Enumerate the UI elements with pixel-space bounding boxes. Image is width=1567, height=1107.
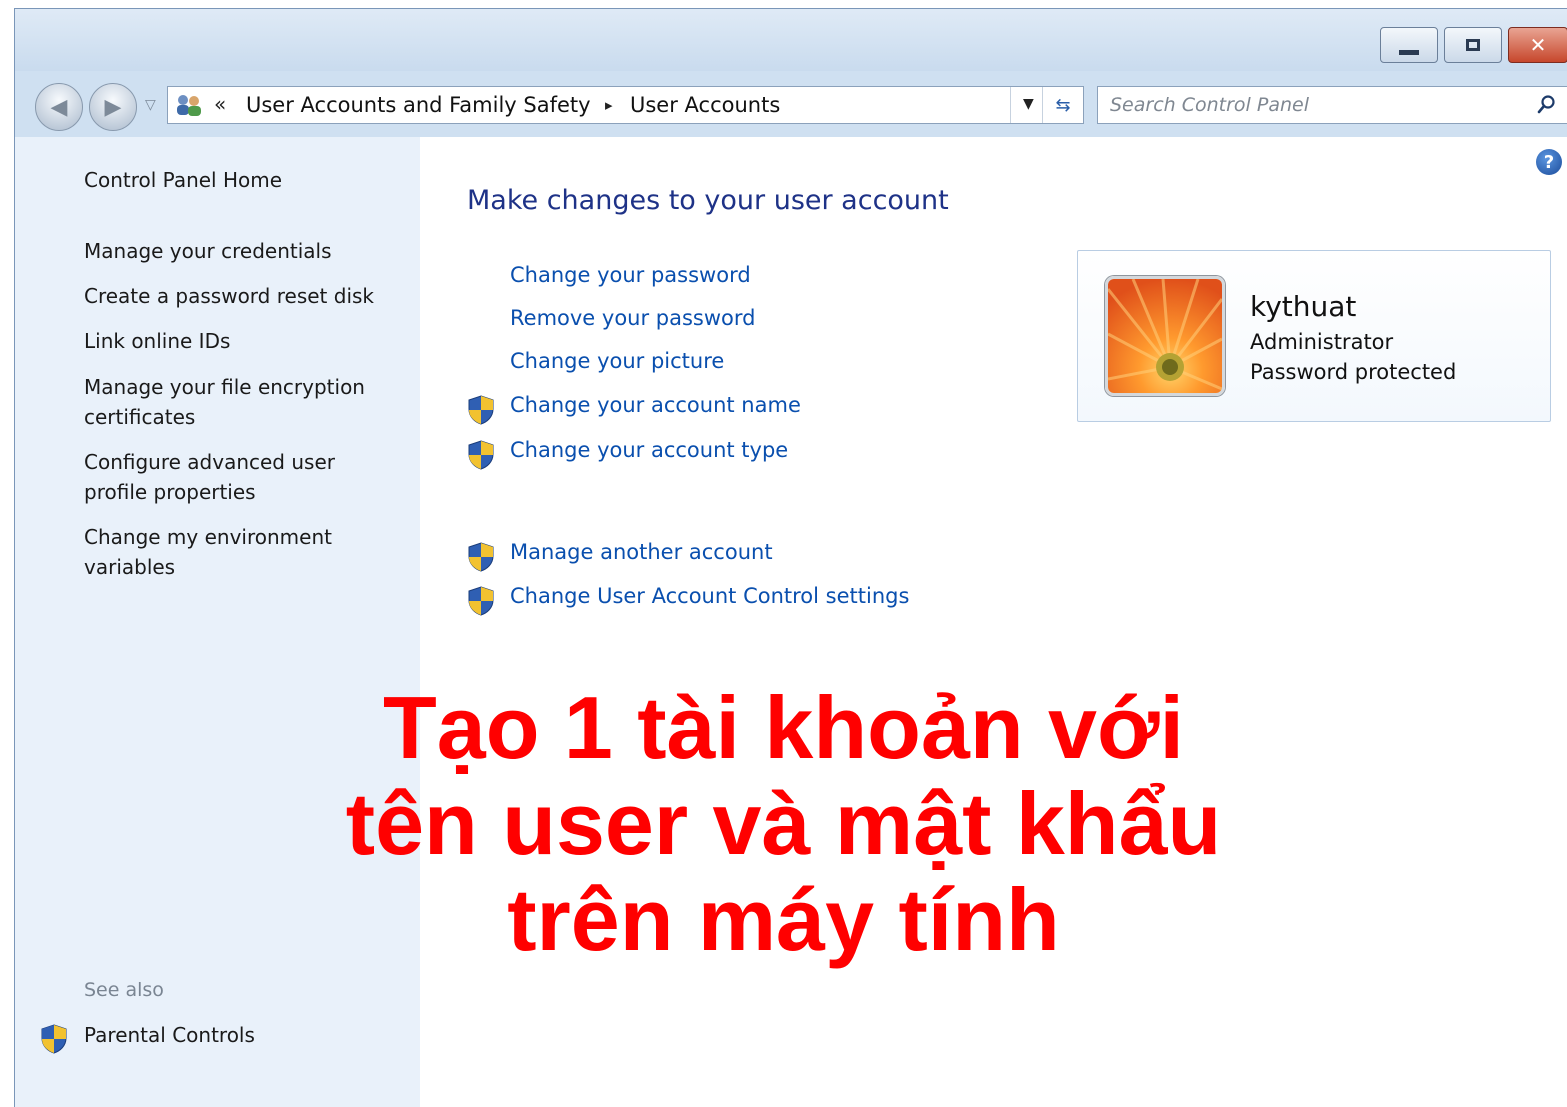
- dropdown-arrow-icon: ▼: [1023, 96, 1034, 112]
- uac-shield-icon: [41, 1024, 67, 1054]
- uac-shield-icon: [468, 542, 494, 572]
- sidebar-manage-credentials[interactable]: Manage your credentials: [84, 236, 414, 266]
- task-change-password[interactable]: Change your password: [510, 263, 751, 287]
- breadcrumb-user-accounts[interactable]: User Accounts: [630, 93, 780, 117]
- maximize-button[interactable]: [1444, 27, 1502, 63]
- title-bar[interactable]: ✕: [15, 9, 1567, 71]
- see-also-heading: See also: [84, 979, 164, 1001]
- caption-line-3: trên máy tính: [507, 870, 1060, 969]
- sidebar-link-online-ids[interactable]: Link online IDs: [84, 326, 414, 356]
- search-icon[interactable]: [1537, 94, 1557, 114]
- uac-shield-icon: [468, 395, 494, 425]
- uac-shield-icon: [468, 440, 494, 470]
- sidebar-advanced-user-profile[interactable]: Configure advanced user profile properti…: [84, 447, 354, 507]
- task-change-account-name[interactable]: Change your account name: [510, 393, 801, 417]
- sidebar-file-encryption-certificates[interactable]: Manage your file encryption certificates: [84, 372, 384, 432]
- refresh-icon[interactable]: ⇆: [1042, 87, 1083, 123]
- task-remove-password[interactable]: Remove your password: [510, 306, 756, 330]
- back-arrow-icon: ◀: [50, 94, 68, 120]
- navigation-bar: ◀ ▶ ▽ « User Accounts and Family Safety …: [15, 73, 1567, 137]
- task-change-account-type[interactable]: Change your account type: [510, 438, 788, 462]
- breadcrumb-user-accounts-family-safety[interactable]: User Accounts and Family Safety: [246, 93, 591, 117]
- minimize-icon: [1381, 28, 1437, 62]
- avatar[interactable]: [1105, 276, 1225, 396]
- sidebar-password-reset-disk[interactable]: Create a password reset disk: [84, 281, 414, 311]
- minimize-button[interactable]: [1380, 27, 1438, 63]
- recent-pages-dropdown-icon[interactable]: ▽: [145, 97, 156, 113]
- task-change-picture[interactable]: Change your picture: [510, 349, 724, 373]
- forward-button[interactable]: ▶: [89, 83, 137, 131]
- caption-line-1: Tạo 1 tài khoản với: [383, 678, 1184, 777]
- back-button[interactable]: ◀: [35, 83, 83, 131]
- search-box: [1097, 86, 1567, 124]
- user-accounts-icon: [177, 95, 201, 116]
- uac-shield-icon: [468, 586, 494, 616]
- help-icon[interactable]: ?: [1536, 149, 1562, 175]
- maximize-icon: [1445, 28, 1501, 62]
- user-account-card: kythuat Administrator Password protected: [1077, 250, 1551, 422]
- caption-line-2: tên user và mật khẩu: [345, 774, 1222, 873]
- breadcrumb-separator-icon[interactable]: ▸: [605, 96, 613, 114]
- close-icon: ✕: [1529, 33, 1547, 57]
- caption-buttons: ✕: [1374, 27, 1567, 63]
- task-manage-another-account[interactable]: Manage another account: [510, 540, 773, 564]
- task-change-uac-settings[interactable]: Change User Account Control settings: [510, 584, 909, 608]
- user-password-status: Password protected: [1250, 360, 1457, 384]
- sidebar-parental-controls[interactable]: Parental Controls: [84, 1020, 414, 1050]
- caption-overlay: Tạo 1 tài khoản với tên user và mật khẩu…: [0, 680, 1567, 968]
- search-input[interactable]: [1108, 91, 1512, 119]
- address-history-dropdown[interactable]: ▼ ⇆: [1010, 87, 1083, 123]
- flower-picture-icon: [1108, 279, 1222, 393]
- forward-arrow-icon: ▶: [104, 94, 122, 120]
- user-name: kythuat: [1250, 290, 1357, 323]
- breadcrumb-overflow-chevron[interactable]: «: [214, 92, 226, 116]
- page-title: Make changes to your user account: [467, 185, 949, 216]
- close-button[interactable]: ✕: [1508, 27, 1567, 63]
- user-role: Administrator: [1250, 330, 1394, 354]
- sidebar-environment-variables[interactable]: Change my environment variables: [84, 522, 354, 582]
- sidebar-control-panel-home[interactable]: Control Panel Home: [84, 165, 414, 195]
- address-bar[interactable]: « User Accounts and Family Safety ▸ User…: [167, 86, 1084, 124]
